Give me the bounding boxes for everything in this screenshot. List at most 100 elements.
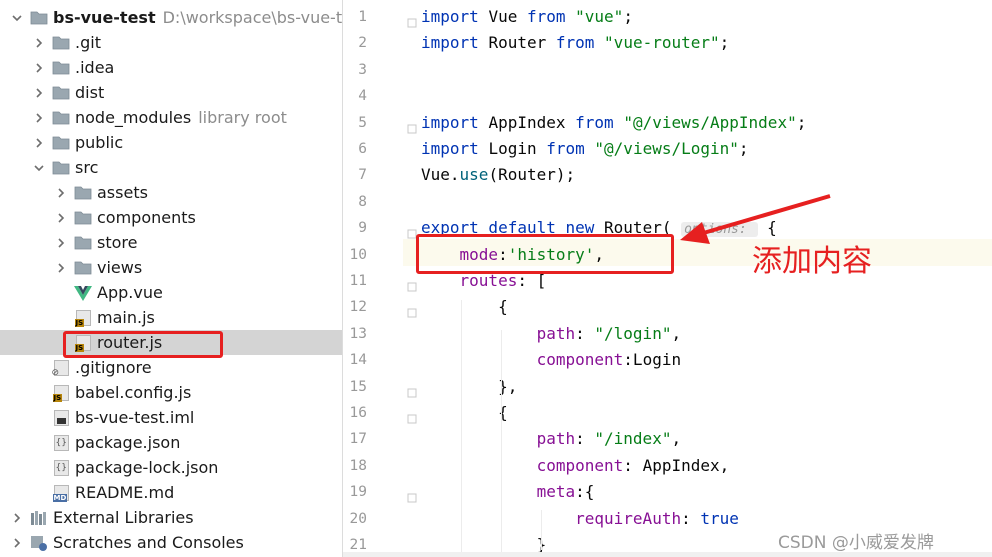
chevron-right-icon[interactable] — [54, 261, 68, 275]
tree-item-label: dist — [75, 83, 105, 102]
tree-item-label: README.md — [75, 483, 175, 502]
iml-file-icon — [52, 409, 70, 426]
code-line: import Login from "@/views/Login"; — [421, 136, 749, 162]
tree-item[interactable]: dist — [0, 80, 342, 105]
folder-icon — [52, 110, 70, 126]
fold-marker-icon[interactable] — [407, 303, 417, 318]
tree-item[interactable]: MD README.md — [0, 480, 342, 505]
chevron-down-icon[interactable] — [32, 161, 46, 175]
code-line: import AppIndex from "@/views/AppIndex"; — [421, 110, 806, 136]
code-token: AppIndex — [488, 112, 576, 132]
code-editor[interactable]: 1 2 3 4 5 6 7 8 9 10 11 12 13 14 15 16 17 18 19 20 21 import… — [343, 0, 992, 557]
folder-icon — [52, 160, 70, 176]
indent-guide — [501, 430, 502, 557]
code-token: requireAuth — [575, 508, 682, 528]
code-token: import — [421, 139, 489, 158]
tree-item[interactable]: .git — [0, 30, 342, 55]
fold-marker-icon[interactable] — [407, 383, 417, 398]
fold-marker-icon[interactable] — [407, 13, 417, 28]
code-token: , — [671, 323, 682, 343]
code-token: "vue-router" — [604, 33, 720, 53]
fold-marker-icon[interactable] — [407, 277, 417, 292]
code-line: requireAuth: true — [421, 506, 739, 532]
tree-item[interactable]: components — [0, 205, 342, 230]
code-token: :{ — [575, 482, 595, 502]
tree-item[interactable]: JS main.js — [0, 305, 342, 330]
tree-item-label: public — [75, 133, 124, 152]
chevron-right-icon[interactable] — [32, 136, 46, 150]
chevron-right-icon[interactable] — [32, 36, 46, 50]
code-token: "vue" — [575, 7, 624, 26]
tree-item-label: node_modules — [75, 108, 192, 127]
tree-item[interactable]: JS babel.config.js — [0, 380, 342, 405]
tree-item-label: .gitignore — [75, 358, 152, 377]
fold-marker-icon[interactable] — [407, 488, 417, 503]
code-token: Router — [488, 33, 556, 53]
tree-item[interactable]: bs-vue-test D:\workspace\bs-vue-test — [0, 5, 342, 30]
tree-item[interactable]: {} package.json — [0, 430, 342, 455]
tree-item[interactable]: public — [0, 130, 342, 155]
json-file-icon: {} — [52, 459, 70, 476]
tree-item[interactable]: External Libraries — [0, 505, 342, 530]
line-number: 6 — [358, 141, 367, 157]
tree-item[interactable]: .idea — [0, 55, 342, 80]
code-token: Login — [488, 139, 547, 158]
tree-item[interactable]: assets — [0, 180, 342, 205]
tree-item[interactable]: {} package-lock.json — [0, 455, 342, 480]
tree-item-label: assets — [97, 183, 148, 202]
vue-file-icon — [74, 285, 92, 301]
line-number-gutter: 1 2 3 4 5 6 7 8 9 10 11 12 13 14 15 16 17 18 19 20 21 — [343, 0, 403, 557]
chevron-right-icon[interactable] — [54, 186, 68, 200]
tree-item[interactable]: Scratches and Consoles — [0, 530, 342, 555]
folder-icon — [30, 10, 48, 26]
folder-icon — [74, 235, 92, 251]
indent-guide — [461, 300, 462, 557]
code-token: ; — [719, 33, 730, 53]
code-token: ; — [796, 112, 807, 132]
chevron-down-icon[interactable] — [10, 11, 24, 25]
code-line: component: AppIndex, — [421, 453, 730, 479]
tree-item[interactable]: App.vue — [0, 280, 342, 305]
line-number: 20 — [349, 510, 367, 527]
tree-item-label: package.json — [75, 433, 181, 452]
code-token: Vue — [488, 7, 527, 26]
code-token: options: — [681, 222, 758, 238]
fold-marker-icon[interactable] — [407, 409, 417, 424]
code-token: from — [546, 139, 595, 158]
chevron-right-icon[interactable] — [10, 511, 24, 525]
tree-item[interactable]: src — [0, 155, 342, 180]
line-number: 5 — [358, 114, 367, 131]
line-number: 18 — [349, 457, 367, 474]
highlight-box-code — [416, 234, 674, 274]
tree-item-label: External Libraries — [53, 508, 194, 527]
indent-guide — [501, 330, 502, 430]
chevron-right-icon[interactable] — [54, 236, 68, 250]
tree-item-label: .idea — [75, 58, 115, 77]
js-file-icon: JS — [52, 384, 70, 402]
code-line: component:Login — [421, 347, 682, 373]
code-line: import Router from "vue-router"; — [421, 30, 729, 56]
line-number: 10 — [349, 246, 367, 263]
tree-item-label: views — [97, 258, 143, 277]
line-number: 19 — [349, 484, 367, 501]
fold-marker-icon[interactable] — [407, 224, 417, 239]
code-token: "/index" — [594, 429, 672, 449]
tree-item[interactable]: bs-vue-test.iml — [0, 405, 342, 430]
code-token: : — [681, 508, 701, 528]
line-number: 12 — [349, 299, 367, 316]
chevron-right-icon[interactable] — [32, 61, 46, 75]
tree-item[interactable]: store — [0, 230, 342, 255]
chevron-right-icon[interactable] — [32, 86, 46, 100]
tree-item-label: src — [75, 158, 99, 177]
chevron-right-icon[interactable] — [10, 536, 24, 550]
folder-icon — [74, 210, 92, 226]
tree-item[interactable]: ⊘ .gitignore — [0, 355, 342, 380]
fold-marker-icon[interactable] — [407, 119, 417, 134]
chevron-right-icon[interactable] — [32, 111, 46, 125]
code-token: : AppIndex, — [623, 455, 730, 475]
chevron-right-icon[interactable] — [54, 211, 68, 225]
tree-item[interactable]: node_modules library root — [0, 105, 342, 130]
tree-item[interactable]: views — [0, 255, 342, 280]
